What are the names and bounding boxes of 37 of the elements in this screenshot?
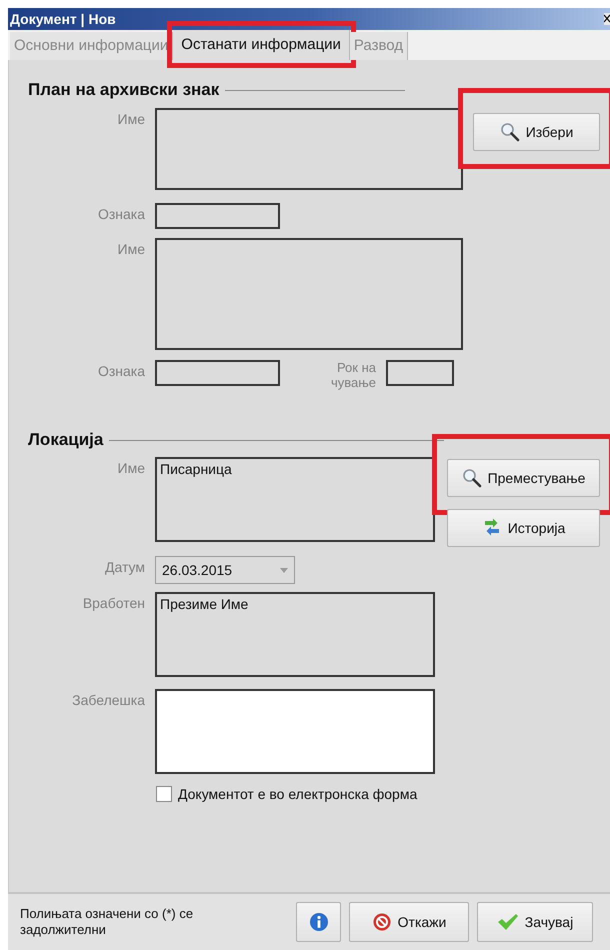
text-area[interactable]: [155, 108, 463, 190]
cancel-icon: [372, 912, 392, 932]
date-field[interactable]: 26.03.2015: [155, 556, 295, 584]
button[interactable]: Избери: [473, 113, 600, 151]
input-field[interactable]: [155, 203, 280, 229]
check-icon: [496, 913, 519, 931]
button[interactable]: Откажи: [349, 902, 469, 942]
info-button[interactable]: [296, 902, 341, 942]
search-icon: [500, 122, 520, 142]
close-icon[interactable]: [604, 13, 610, 25]
input-field[interactable]: [386, 360, 454, 386]
text-area[interactable]: [155, 238, 463, 350]
required-fields-note: Полињата означени со (*) се задолжителни: [20, 906, 194, 938]
button[interactable]: Преместување: [447, 459, 600, 497]
input-field[interactable]: [155, 360, 280, 386]
field-label: Име: [116, 110, 145, 127]
field-label: Забелешка: [71, 691, 145, 708]
field-label: Име: [116, 240, 145, 257]
window-title: Документ | Нов: [9, 11, 116, 27]
checkbox-label: Документот е во електронска форма: [178, 786, 418, 802]
section-title: План на архивски знак: [28, 80, 220, 100]
text-area[interactable]: [155, 689, 435, 774]
field-label: Име: [116, 459, 145, 476]
field-label: Ознака: [96, 205, 145, 222]
button[interactable]: Зачувај: [477, 902, 593, 942]
search-icon: [462, 468, 482, 488]
info-icon: [308, 912, 328, 932]
text-area[interactable]: Презиме Име: [155, 592, 435, 677]
field-label: Ознака: [96, 362, 145, 379]
field-label: Датум: [104, 558, 145, 575]
section-title: Локација: [28, 430, 104, 450]
field-label: Вработен: [82, 594, 145, 611]
checkbox[interactable]: [156, 786, 172, 802]
text-area[interactable]: Писарница: [155, 457, 435, 542]
button[interactable]: Историја: [447, 509, 600, 547]
tab[interactable]: Останати информации: [173, 30, 350, 60]
field-label: Рок на чување: [330, 360, 376, 390]
